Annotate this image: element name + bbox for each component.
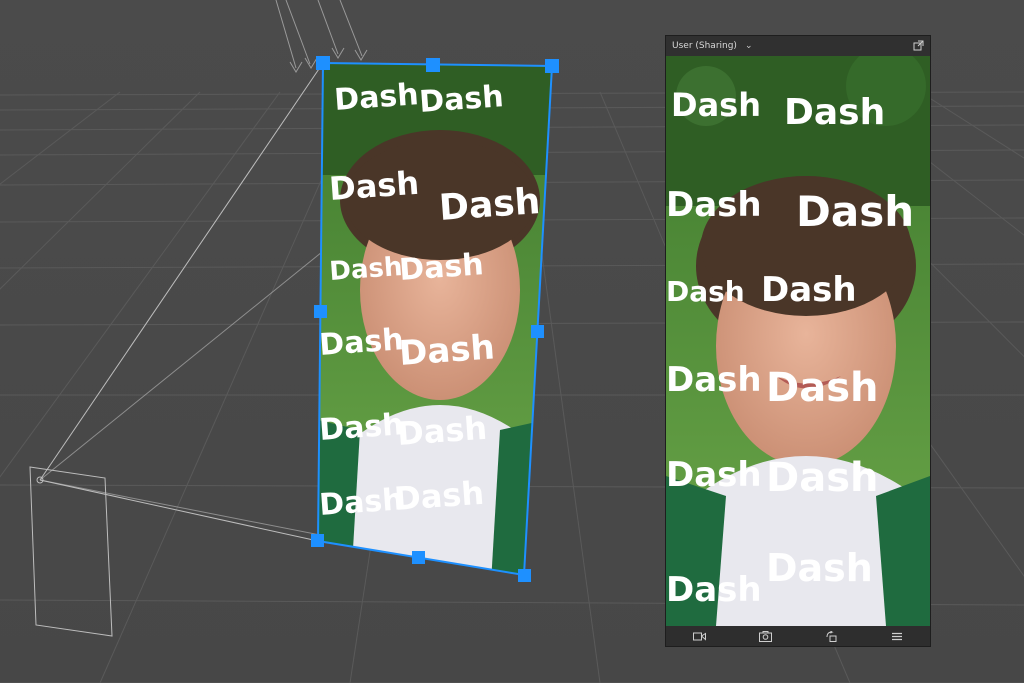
resize-handle-bottom-left[interactable] bbox=[311, 534, 324, 547]
dash-text: Dash bbox=[761, 270, 857, 310]
resize-handle-right[interactable] bbox=[531, 325, 544, 338]
dash-text: Dash bbox=[766, 365, 878, 411]
dash-text: Dash bbox=[318, 322, 405, 363]
resize-handle-top-left[interactable] bbox=[316, 56, 330, 70]
preview-header: User (Sharing) ⌄ bbox=[666, 36, 930, 56]
chevron-down-icon[interactable]: ⌄ bbox=[745, 41, 753, 51]
resize-handle-left[interactable] bbox=[314, 305, 327, 318]
menu-icon[interactable] bbox=[890, 630, 904, 642]
dash-text: Dash bbox=[666, 360, 762, 400]
device-selector-label[interactable]: User (Sharing) bbox=[672, 41, 737, 51]
rotate-icon[interactable] bbox=[824, 630, 838, 642]
popout-icon[interactable] bbox=[913, 40, 924, 51]
dash-text: Dash bbox=[766, 546, 873, 590]
preview-toolbar bbox=[666, 626, 930, 646]
resize-handle-bottom-right[interactable] bbox=[518, 569, 531, 582]
dash-text: Dash bbox=[333, 77, 420, 118]
dash-text: Dash bbox=[666, 275, 745, 308]
resize-handle-top-right[interactable] bbox=[545, 59, 559, 73]
dash-text: Dash bbox=[666, 185, 762, 225]
dash-text: Dash bbox=[393, 474, 485, 518]
dash-text: Dash bbox=[784, 92, 885, 133]
dash-text: Dash bbox=[766, 455, 878, 501]
flip-camera-icon[interactable] bbox=[758, 630, 772, 642]
dash-text: Dash bbox=[666, 570, 762, 610]
dash-text: Dash bbox=[671, 86, 761, 124]
dash-text: Dash bbox=[796, 187, 914, 236]
dash-text: Dash bbox=[318, 407, 405, 448]
dash-text: Dash bbox=[328, 164, 420, 208]
dash-text: Dash bbox=[318, 482, 405, 523]
resize-handle-top[interactable] bbox=[426, 58, 440, 72]
dash-text: Dash bbox=[666, 455, 762, 495]
preview-screen[interactable]: Dash Dash Dash Dash Dash Dash Dash Dash … bbox=[666, 56, 930, 626]
preview-panel: User (Sharing) ⌄ Dash Dash Dash Dash Das… bbox=[665, 35, 931, 647]
dash-text: Dash bbox=[438, 181, 542, 229]
dash-text: Dash bbox=[396, 409, 488, 453]
resize-handle-bottom[interactable] bbox=[412, 551, 425, 564]
dash-text: Dash bbox=[328, 252, 403, 287]
video-camera-icon[interactable] bbox=[692, 630, 706, 642]
dash-text: Dash bbox=[398, 327, 496, 374]
dash-text: Dash bbox=[418, 79, 505, 120]
dash-text: Dash bbox=[398, 247, 485, 288]
